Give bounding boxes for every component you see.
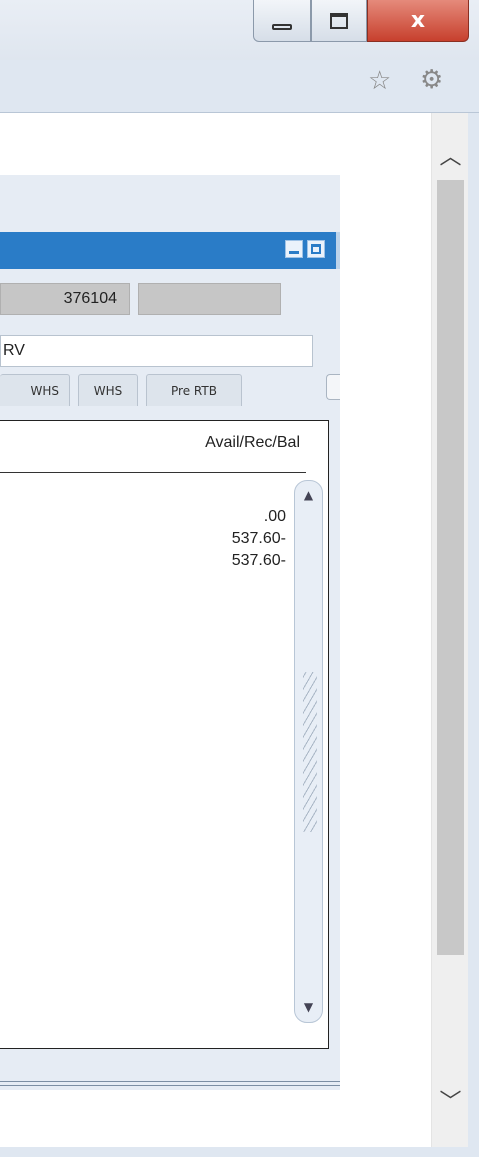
grid-scroll-grip[interactable] [303,672,317,832]
minimize-button[interactable] [253,0,311,42]
tab-whs-2[interactable]: WHS [78,374,138,406]
description-field[interactable]: RV [0,335,313,367]
grid-cell: .00 [263,508,286,525]
close-button[interactable]: x [367,0,469,42]
window-controls: x [253,0,469,42]
chevron-down-icon[interactable]: ﹀ [437,1080,464,1120]
grid-cell: 537.60- [231,530,286,547]
star-icon[interactable]: ☆ [368,66,391,96]
app-minimize-button[interactable] [285,240,303,258]
app-maximize-button[interactable] [307,240,325,258]
gear-icon[interactable]: ⚙ [420,65,443,95]
page-scrollbar-thumb[interactable] [437,180,464,955]
document-number-field[interactable]: 376104 [0,283,130,315]
close-icon: x [410,8,426,33]
tab-strip: WHS WHS Pre RTB [0,374,242,406]
app-status-divider [0,1081,340,1086]
browser-frame-right [468,113,479,1157]
blank-readonly-field[interactable] [138,283,281,315]
chevron-up-icon[interactable]: ︿ [437,135,464,175]
maximize-icon [330,12,348,29]
tab-pre-rtb[interactable]: Pre RTB [146,374,242,406]
column-header-avail-rec-bal[interactable]: Avail/Rec/Bal [0,434,300,452]
maximize-button[interactable] [311,0,367,42]
app-title-bar-edge [336,232,340,269]
tab-whs-1[interactable]: WHS [0,374,70,406]
grid-scroll-up-icon[interactable]: ▲ [297,484,320,506]
minimize-icon [272,23,292,30]
grid-scroll-down-icon[interactable]: ▼ [297,996,320,1018]
browser-frame-bottom [0,1147,479,1157]
grid-cell: 537.60- [231,552,286,569]
tab-scroll-button[interactable] [326,374,340,400]
browser-toolbar [0,60,479,113]
header-divider [0,472,306,473]
